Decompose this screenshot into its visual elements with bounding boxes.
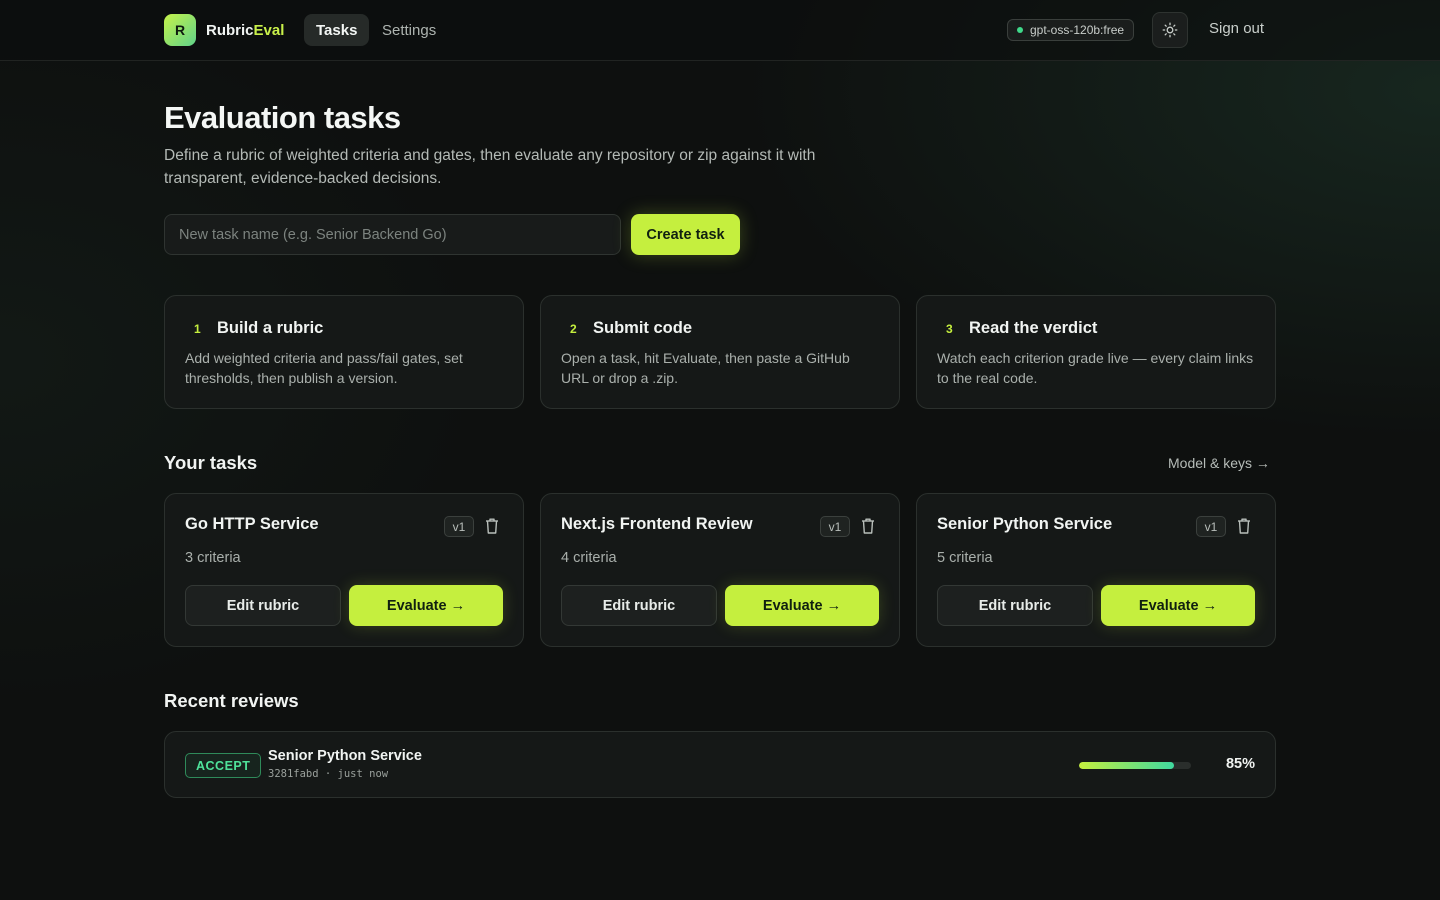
version-badge: v1 [444, 516, 474, 537]
model-badge[interactable]: gpt-oss-120b:free [1007, 19, 1135, 41]
page-subtitle: Define a rubric of weighted criteria and… [164, 147, 816, 187]
score-progress-bar [1079, 762, 1191, 769]
tab-tasks[interactable]: Tasks [304, 14, 370, 46]
task-name: Go HTTP Service [185, 515, 319, 533]
task-name: Next.js Frontend Review [561, 515, 753, 533]
step-number: 2 [570, 322, 577, 336]
sun-icon [1162, 22, 1178, 38]
score-progress-fill [1079, 762, 1175, 769]
tab-settings[interactable]: Settings [370, 14, 448, 46]
review-meta: 3281fabd · just now [268, 768, 389, 780]
step-title: Build a rubric [217, 319, 324, 337]
your-tasks-heading: Your tasks [164, 452, 258, 473]
step-number: 1 [194, 322, 201, 336]
review-score: 85% [1225, 756, 1255, 772]
trash-icon[interactable] [1236, 517, 1252, 535]
evaluate-button[interactable]: Evaluate → [349, 585, 503, 626]
edit-rubric-button[interactable]: Edit rubric [185, 585, 341, 626]
model-keys-link[interactable]: Model & keys → [1168, 455, 1270, 471]
trash-icon[interactable] [484, 517, 500, 535]
evaluate-button[interactable]: Evaluate → [1101, 585, 1255, 626]
new-task-name-input[interactable] [164, 214, 621, 255]
evaluate-button[interactable]: Evaluate → [725, 585, 879, 626]
brand-name: RubricEval [206, 22, 284, 39]
task-name: Senior Python Service [937, 515, 1113, 533]
trash-icon[interactable] [860, 517, 876, 535]
create-task-button[interactable]: Create task [631, 214, 740, 255]
top-nav-bar: R RubricEval Tasks Settings gpt-oss-120b… [0, 0, 1440, 61]
page-title: Evaluation tasks [164, 100, 401, 135]
step-title: Submit code [593, 319, 693, 337]
brand[interactable]: R RubricEval [164, 14, 284, 46]
step-description: Add weighted criteria and pass/fail gate… [185, 350, 463, 386]
step-description: Watch each criterion grade live — every … [937, 350, 1254, 386]
task-card: Next.js Frontend Review v1 4 criteria Ed… [540, 493, 900, 647]
version-badge: v1 [820, 516, 850, 537]
verdict-badge: ACCEPT [185, 753, 262, 778]
theme-toggle-button[interactable] [1152, 12, 1188, 48]
step-card-submit-code: 2 Submit code Open a task, hit Evaluate,… [540, 295, 900, 409]
step-number: 3 [946, 322, 953, 336]
criteria-count: 5 criteria [937, 550, 993, 566]
criteria-count: 4 criteria [561, 550, 617, 566]
status-dot-icon [1017, 27, 1023, 33]
sign-out-link[interactable]: Sign out [1209, 20, 1264, 37]
step-card-build-rubric: 1 Build a rubric Add weighted criteria a… [164, 295, 524, 409]
model-name: gpt-oss-120b:free [1030, 23, 1125, 37]
recent-reviews-heading: Recent reviews [164, 690, 299, 711]
edit-rubric-button[interactable]: Edit rubric [937, 585, 1093, 626]
review-task-name: Senior Python Service [268, 748, 422, 764]
edit-rubric-button[interactable]: Edit rubric [561, 585, 717, 626]
version-badge: v1 [1196, 516, 1226, 537]
step-card-read-verdict: 3 Read the verdict Watch each criterion … [916, 295, 1276, 409]
task-card: Go HTTP Service v1 3 criteria Edit rubri… [164, 493, 524, 647]
brand-logo: R [164, 14, 196, 46]
criteria-count: 3 criteria [185, 550, 241, 566]
task-card: Senior Python Service v1 5 criteria Edit… [916, 493, 1276, 647]
step-description: Open a task, hit Evaluate, then paste a … [561, 350, 850, 386]
step-title: Read the verdict [969, 319, 1098, 337]
review-row[interactable]: ACCEPT Senior Python Service 3281fabd · … [164, 731, 1276, 798]
brand-name-main: Rubric [206, 21, 254, 39]
brand-name-accent: Eval [253, 21, 285, 39]
